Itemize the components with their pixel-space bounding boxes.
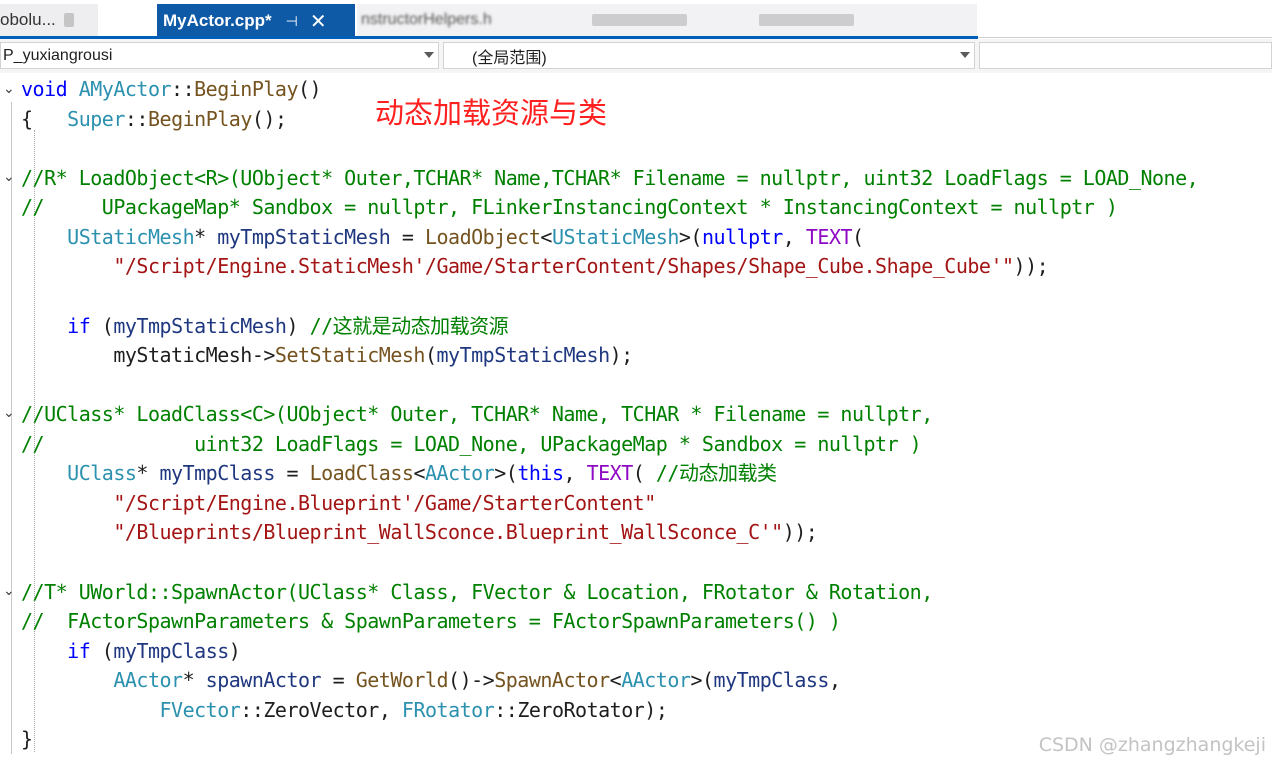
code-line: if (myTmpStaticMesh) //这就是动态加载资源	[67, 314, 509, 338]
tab-constructorhelpers[interactable]: nstructorHelpers.h	[357, 4, 977, 36]
project-dropdown-value: P_yuxiangrousi	[3, 46, 113, 64]
tab-divider	[978, 37, 1272, 38]
tab-obolu[interactable]: obolu...	[0, 4, 98, 36]
document-tab-strip: obolu... MyActor.cpp* ⊣ ✕ nstructorHelpe…	[0, 0, 1272, 39]
close-icon[interactable]: ✕	[310, 9, 327, 34]
code-line: "/Blueprints/Blueprint_WallSconce.Bluepr…	[113, 520, 818, 544]
project-dropdown[interactable]: P_yuxiangrousi	[0, 42, 439, 69]
code-editor[interactable]: ⌄ ⌄ ⌄ ⌄ void AMyActor::BeginPlay() { Sup…	[0, 74, 1272, 762]
scope-dropdown[interactable]: (全局范围)	[443, 42, 975, 69]
collapse-chevron-icon[interactable]: ⌄	[3, 170, 15, 184]
tab-label: obolu...	[0, 10, 56, 29]
function-block-guide	[11, 102, 12, 754]
tab-label: MyActor.cpp*	[163, 11, 272, 30]
blurred-tab-label	[591, 14, 687, 26]
collapse-chevron-icon[interactable]: ⌄	[3, 406, 15, 420]
code-line: { Super::BeginPlay();	[21, 107, 287, 131]
code-line: // uint32 LoadFlags = LOAD_None, UPackag…	[21, 432, 922, 456]
tab-myactor-cpp[interactable]: MyActor.cpp* ⊣ ✕	[157, 4, 355, 38]
pin-icon[interactable]: ⊣	[286, 13, 298, 30]
code-line: "/Script/Engine.Blueprint'/Game/StarterC…	[113, 491, 656, 515]
code-line: UClass* myTmpClass = LoadClass<AActor>(t…	[67, 461, 777, 485]
code-line: UStaticMesh* myTmpStaticMesh = LoadObjec…	[67, 225, 864, 249]
code-line: // FActorSpawnParameters & SpawnParamete…	[21, 609, 841, 633]
member-dropdown[interactable]	[979, 42, 1272, 69]
code-line: AActor* spawnActor = GetWorld()->SpawnAc…	[113, 668, 841, 692]
code-line: if (myTmpClass)	[67, 639, 241, 663]
collapse-chevron-icon[interactable]: ⌄	[3, 584, 15, 598]
blurred-icon	[63, 13, 74, 27]
scope-dropdown-value: (全局范围)	[472, 49, 547, 67]
code-line: //T* UWorld::SpawnActor(UClass* Class, F…	[21, 580, 933, 604]
code-line: void AMyActor::BeginPlay()	[21, 77, 322, 101]
code-line: // UPackageMap* Sandbox = nullptr, FLink…	[21, 195, 1118, 219]
chevron-down-icon[interactable]	[424, 52, 434, 58]
code-line: //UClass* LoadClass<C>(UObject* Outer, T…	[21, 402, 933, 426]
annotation-title: 动态加载资源与类	[375, 96, 608, 130]
code-line: "/Script/Engine.StaticMesh'/Game/Starter…	[113, 254, 1049, 278]
code-line: //R* LoadObject<R>(UObject* Outer,TCHAR*…	[21, 166, 1199, 190]
code-line: }	[21, 727, 33, 751]
collapse-chevron-icon[interactable]: ⌄	[3, 82, 15, 96]
watermark: CSDN @zhangzhangkeji	[1038, 734, 1266, 756]
blurred-tab-label	[758, 14, 854, 26]
navigation-bar: P_yuxiangrousi (全局范围)	[0, 39, 1272, 113]
code-line: FVector::ZeroVector, FRotator::ZeroRotat…	[159, 698, 668, 722]
code-line: myStaticMesh->SetStaticMesh(myTmpStaticM…	[113, 343, 633, 367]
chevron-down-icon[interactable]	[960, 52, 970, 58]
tab-label: nstructorHelpers.h	[361, 11, 492, 28]
